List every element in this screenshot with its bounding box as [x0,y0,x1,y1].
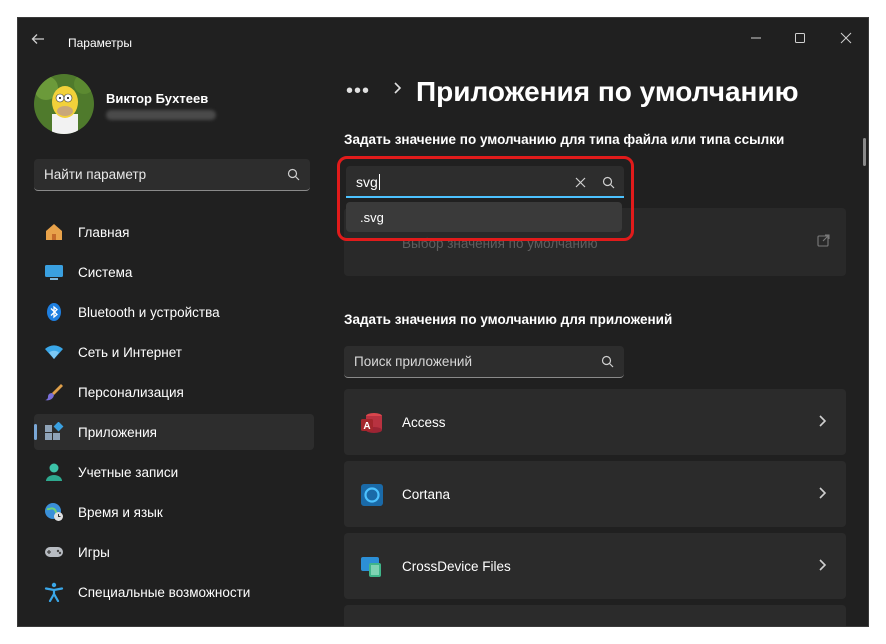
search-placeholder: Найти параметр [44,167,147,182]
arrow-left-icon [31,34,44,44]
cortana-icon [360,483,384,507]
sidebar-item-network[interactable]: Сеть и Интернет [34,334,314,370]
crossdevice-icon [360,555,384,579]
home-icon [44,222,64,242]
sidebar-item-personalization[interactable]: Персонализация [34,374,314,410]
avatar[interactable] [34,74,94,134]
user-email-redacted [106,110,216,120]
sidebar-item-apps[interactable]: Приложения [34,414,314,450]
app-name: Access [402,415,446,430]
chevron-right-icon [818,486,828,505]
chevron-right-icon [392,81,404,100]
external-link-icon [817,234,830,252]
breadcrumb-more-button[interactable]: ••• [346,80,370,103]
user-name: Виктор Бухтеев [106,91,209,106]
maximize-icon [795,33,805,43]
svg-text:A: A [363,421,370,432]
chevron-right-icon [818,414,828,433]
wifi-icon [44,342,64,362]
bluetooth-icon [44,302,64,322]
maximize-button[interactable] [778,24,822,52]
sidebar-item-system[interactable]: Система [34,254,314,290]
scrollbar-thumb[interactable] [863,138,866,166]
app-row-next[interactable] [344,605,846,626]
access-icon: A [360,411,384,435]
minimize-button[interactable] [734,24,778,52]
app-row-cortana[interactable]: Cortana [344,461,846,527]
title-bar: Параметры [18,18,868,58]
close-icon [840,32,852,44]
gamepad-icon [44,542,64,562]
sidebar-item-bluetooth[interactable]: Bluetooth и устройства [34,294,314,330]
system-icon [44,262,64,282]
back-button[interactable] [30,31,50,51]
filetype-section-heading: Задать значение по умолчанию для типа фа… [344,132,785,147]
globe-clock-icon [44,502,64,522]
red-highlight-annotation [337,156,634,241]
page-title: Приложения по умолчанию [416,76,799,107]
account-icon [44,462,64,482]
app-title: Параметры [68,36,132,50]
sidebar-item-gaming[interactable]: Игры [34,534,314,570]
settings-search-input[interactable]: Найти параметр [34,159,310,191]
brush-icon [44,382,64,402]
apps-icon [44,422,64,442]
sidebar-item-home[interactable]: Главная [34,214,314,250]
search-icon [287,168,300,184]
app-row-access[interactable]: A Access [344,389,846,455]
user-avatar-icon [34,74,94,134]
app-search-input[interactable]: Поиск приложений [344,346,624,378]
sidebar-item-accounts[interactable]: Учетные записи [34,454,314,490]
app-name: CrossDevice Files [402,559,511,574]
apps-section-heading: Задать значения по умолчанию для приложе… [344,312,673,327]
app-search-placeholder: Поиск приложений [354,354,472,369]
accessibility-icon [44,582,64,602]
active-indicator [34,424,37,440]
sidebar-item-time-language[interactable]: Время и язык [34,494,314,530]
settings-window: Параметры Виктор Бухтеев Найти параметр [17,17,869,627]
close-button[interactable] [824,24,868,52]
sidebar-item-accessibility[interactable]: Специальные возможности [34,574,314,610]
app-name: Cortana [402,487,451,502]
minimize-icon [751,37,761,39]
chevron-right-icon [818,558,828,577]
app-row-crossdevice-files[interactable]: CrossDevice Files [344,533,846,599]
search-icon [601,355,614,371]
